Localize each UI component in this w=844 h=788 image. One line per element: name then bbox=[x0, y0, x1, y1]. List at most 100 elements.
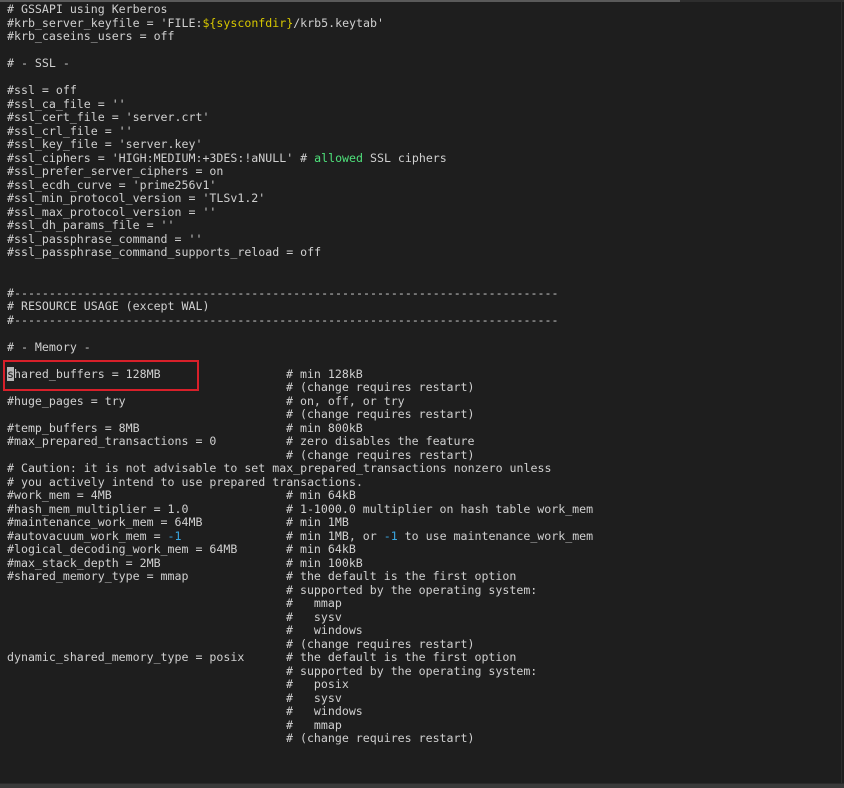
config-comment: # sysv bbox=[286, 691, 342, 706]
text-segment: to use maintenance_work_mem bbox=[397, 528, 594, 543]
config-comment: # (change requires restart) bbox=[286, 407, 475, 422]
config-comment: # min 800kB bbox=[286, 420, 363, 436]
config-comment: # mmap bbox=[286, 717, 342, 733]
config-comment: # (change requires restart) bbox=[286, 636, 475, 652]
highlighted-token: allowed bbox=[314, 150, 363, 165]
text-segment: dynamic_shared_memory_type = posix bbox=[7, 650, 245, 664]
config-comment: # windows bbox=[286, 704, 363, 719]
text-segment: #ssl_prefer_server_ciphers = on bbox=[7, 164, 224, 178]
text-segment: #krb_caseins_users = off bbox=[7, 29, 175, 43]
text-segment: # min 1MB, or bbox=[286, 528, 384, 543]
config-comment: # min 128kB bbox=[286, 367, 363, 382]
text-segment: # you actively intend to use prepared tr… bbox=[7, 474, 363, 489]
text-segment: # zero disables the feature bbox=[286, 434, 475, 448]
config-setting: #ssl_prefer_server_ciphers = on bbox=[7, 164, 224, 179]
text-segment: #ssl_max_protocol_version = '' bbox=[7, 204, 217, 219]
text-segment: #ssl_min_protocol_version = 'TLSv1.2' bbox=[7, 191, 266, 205]
config-comment: # on, off, or try bbox=[286, 393, 405, 409]
window-top-border-right bbox=[680, 0, 844, 2]
config-setting: dynamic_shared_memory_type = posix bbox=[7, 650, 245, 665]
text-segment: #hash_mem_multiplier = 1.0 bbox=[7, 501, 189, 516]
config-setting: #ssl_crl_file = '' bbox=[7, 123, 133, 139]
config-setting: #logical_decoding_work_mem = 64MB bbox=[7, 542, 238, 557]
text-segment: # (change requires restart) bbox=[286, 636, 475, 651]
config-setting: #hash_mem_multiplier = 1.0 bbox=[7, 501, 189, 517]
text-segment: #huge_pages = try bbox=[7, 393, 126, 408]
text-segment: # the default is the first option bbox=[286, 650, 517, 664]
text-segment: # mmap bbox=[286, 717, 342, 732]
text-segment: # min 100kB bbox=[286, 555, 363, 570]
config-setting: #work_mem = 4MB bbox=[7, 488, 112, 503]
text-segment: /krb5.keytab' bbox=[293, 15, 384, 30]
config-setting: # you actively intend to use prepared tr… bbox=[7, 474, 363, 490]
text-segment: # on, off, or try bbox=[286, 393, 405, 408]
text-segment: # min 800kB bbox=[286, 420, 363, 435]
config-comment: # (change requires restart) bbox=[286, 731, 475, 746]
shared-buffers-highlight-box bbox=[3, 360, 199, 391]
horizontal-scrollbar[interactable] bbox=[0, 783, 844, 788]
config-setting: #ssl_passphrase_command = '' bbox=[7, 231, 203, 247]
config-setting: #max_prepared_transactions = 0 bbox=[7, 434, 216, 449]
text-segment: #ssl = off bbox=[7, 83, 77, 97]
config-setting: #ssl_min_protocol_version = 'TLSv1.2' bbox=[7, 191, 266, 206]
config-setting: #ssl_cert_file = 'server.crt' bbox=[7, 110, 209, 125]
text-segment: #logical_decoding_work_mem = 64MB bbox=[7, 542, 238, 556]
config-setting: # - SSL - bbox=[7, 56, 70, 71]
config-setting: #maintenance_work_mem = 64MB bbox=[7, 515, 203, 530]
config-comment: # windows bbox=[286, 623, 363, 638]
config-comment: # the default is the first option bbox=[286, 650, 517, 665]
text-segment: #ssl_dh_params_file = '' bbox=[7, 218, 175, 232]
config-comment: # posix bbox=[286, 677, 349, 692]
text-segment: # RESOURCE USAGE (except WAL) bbox=[7, 299, 210, 313]
text-segment: #ssl_passphrase_command = '' bbox=[7, 231, 203, 246]
config-setting: #huge_pages = try bbox=[7, 393, 126, 409]
config-setting: #ssl_ecdh_curve = 'prime256v1' bbox=[7, 178, 216, 193]
text-segment: #ssl_ciphers = 'HIGH:MEDIUM:+3DES:!aNULL… bbox=[7, 150, 315, 165]
config-setting: #ssl_dh_params_file = '' bbox=[7, 218, 175, 233]
text-segment: # min 1MB bbox=[286, 515, 349, 529]
text-segment: # min 64kB bbox=[286, 488, 356, 502]
text-segment: #ssl_passphrase_command_supports_reload … bbox=[7, 245, 322, 259]
config-comment: # sysv bbox=[286, 610, 342, 625]
text-segment: # windows bbox=[286, 704, 363, 718]
text-segment: #---------------------------------------… bbox=[7, 312, 559, 327]
config-setting: #ssl_ca_file = '' bbox=[7, 97, 126, 112]
config-setting: #ssl_key_file = 'server.key' bbox=[7, 137, 202, 152]
config-setting: #krb_server_keyfile = 'FILE:${sysconfdir… bbox=[7, 15, 384, 31]
config-setting: # GSSAPI using Kerberos bbox=[7, 2, 168, 17]
config-setting: #autovacuum_work_mem = -1 bbox=[7, 528, 182, 544]
text-segment: #max_stack_depth = 2MB bbox=[7, 555, 161, 570]
config-setting: #temp_buffers = 8MB bbox=[7, 421, 140, 436]
text-segment: #---------------------------------------… bbox=[7, 285, 559, 300]
config-comment: # mmap bbox=[286, 596, 342, 611]
config-setting: #ssl_passphrase_command_supports_reload … bbox=[7, 245, 322, 260]
text-segment: #autovacuum_work_mem = bbox=[7, 528, 168, 543]
text-segment: #maintenance_work_mem = 64MB bbox=[7, 515, 203, 529]
config-comment: # supported by the operating system: bbox=[286, 664, 537, 679]
text-segment: # (change requires restart) bbox=[286, 447, 475, 462]
config-comment: # min 100kB bbox=[286, 555, 363, 571]
config-setting: #krb_caseins_users = off bbox=[7, 29, 175, 44]
config-setting: # - Memory - bbox=[7, 340, 91, 355]
config-setting: #shared_memory_type = mmap bbox=[7, 569, 188, 584]
config-setting: #---------------------------------------… bbox=[7, 312, 559, 328]
config-comment: # zero disables the feature bbox=[286, 434, 475, 449]
highlighted-token: -1 bbox=[383, 528, 398, 543]
text-segment: # - SSL - bbox=[7, 56, 70, 70]
text-segment: # supported by the operating system: bbox=[286, 582, 538, 597]
text-segment: # min 64kB bbox=[286, 542, 356, 556]
config-setting: #max_stack_depth = 2MB bbox=[7, 555, 161, 571]
text-segment: # (change requires restart) bbox=[286, 407, 475, 421]
config-setting: #---------------------------------------… bbox=[7, 285, 559, 301]
config-setting: # Caution: it is not advisable to set ma… bbox=[7, 461, 551, 476]
config-comment: # min 64kB bbox=[286, 542, 356, 557]
config-comment: # min 1MB bbox=[286, 515, 349, 530]
text-segment: #ssl_crl_file = '' bbox=[7, 123, 133, 138]
text-segment: # (change requires restart) bbox=[286, 731, 475, 745]
config-comment: # 1-1000.0 multiplier on hash table work… bbox=[286, 502, 593, 517]
text-segment: # the default is the first option bbox=[286, 569, 517, 583]
text-segment: # posix bbox=[286, 677, 349, 691]
window-right-border bbox=[841, 0, 842, 788]
text-segment: #work_mem = 4MB bbox=[7, 488, 112, 502]
config-setting: #ssl_ciphers = 'HIGH:MEDIUM:+3DES:!aNULL… bbox=[7, 150, 447, 166]
